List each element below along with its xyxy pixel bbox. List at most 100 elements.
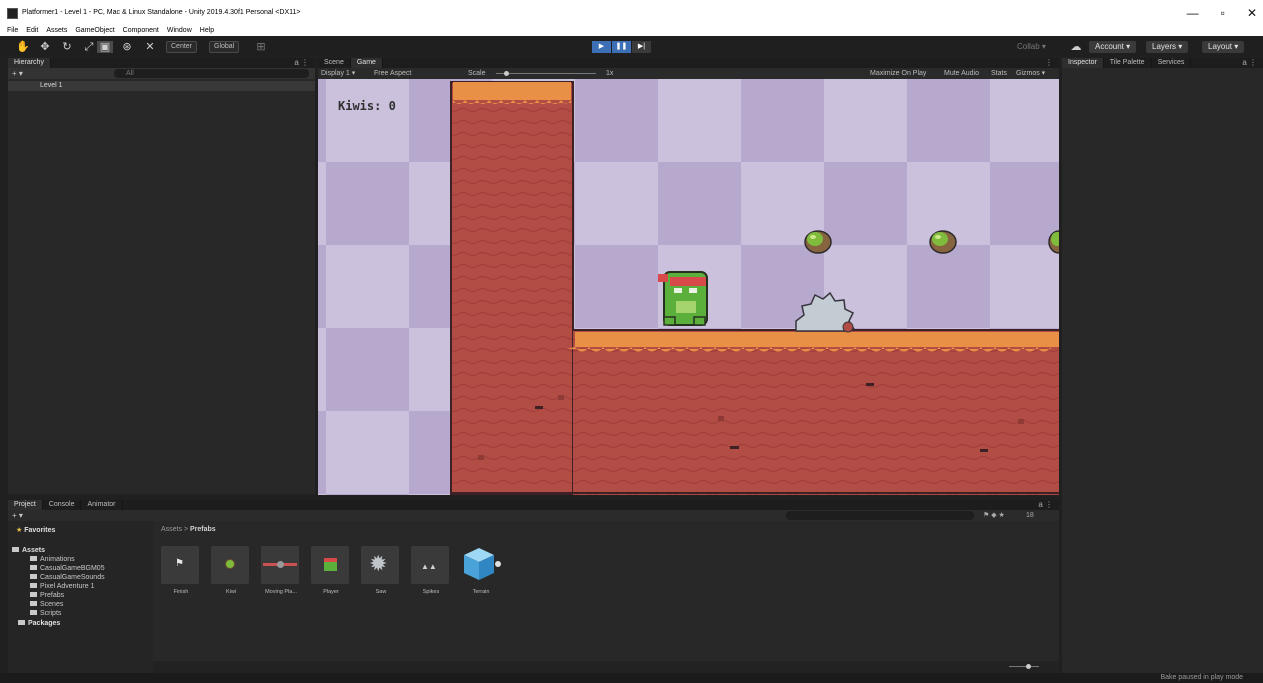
project-panel: Project Console Animator a ⋮ + ▾ ⚑ ◆ ★ 1… xyxy=(8,500,1059,673)
icon-size-slider[interactable] xyxy=(1009,666,1039,667)
folder-icon xyxy=(30,574,37,579)
tab-inspector[interactable]: Inspector xyxy=(1062,58,1104,68)
breadcrumb-prefabs[interactable]: Prefabs xyxy=(190,526,216,533)
hierarchy-search-input[interactable]: All xyxy=(114,69,309,78)
mute-audio-toggle[interactable]: Mute Audio xyxy=(944,68,979,79)
rotate-tool-icon[interactable]: ↻ xyxy=(59,41,75,53)
tree-folder-prefabs[interactable]: Prefabs xyxy=(30,592,64,600)
menu-edit[interactable]: Edit xyxy=(26,26,38,36)
pivot-center-toggle[interactable]: Center xyxy=(166,41,198,53)
hand-tool-icon[interactable]: ✋ xyxy=(15,41,31,53)
move-tool-icon[interactable]: ✥ xyxy=(37,41,53,53)
tab-game[interactable]: Game xyxy=(350,58,383,68)
panel-menu-icon[interactable]: a ⋮ xyxy=(294,58,309,68)
rect-tool-icon[interactable]: ▣ xyxy=(97,41,113,53)
asset-player[interactable]: Player xyxy=(311,546,351,595)
asset-terrain[interactable]: Terrain xyxy=(461,546,501,595)
asset-finish[interactable]: ⚑ Finish xyxy=(161,546,201,595)
tree-packages[interactable]: Packages xyxy=(18,620,60,628)
tree-favorites[interactable]: ★ Favorites xyxy=(16,527,55,535)
pivot-global-toggle[interactable]: Global xyxy=(209,41,240,53)
filter-icons[interactable]: ⚑ ◆ ★ xyxy=(983,510,1005,521)
tree-folder-animations[interactable]: Animations xyxy=(30,556,75,564)
grid-snap-icon[interactable]: ⊞ xyxy=(253,41,269,53)
transform-tool-icon[interactable]: ⊛ xyxy=(119,41,135,53)
scale-slider-handle[interactable] xyxy=(504,71,509,76)
status-bar: Bake paused in play mode xyxy=(0,673,1263,683)
folder-icon xyxy=(30,592,37,597)
menu-assets[interactable]: Assets xyxy=(46,26,67,36)
tab-scene[interactable]: Scene xyxy=(318,58,351,68)
menu-gameobject[interactable]: GameObject xyxy=(75,26,114,36)
breadcrumb-assets[interactable]: Assets xyxy=(161,526,182,533)
kiwi-icon xyxy=(225,559,235,569)
menu-bar: File Edit Assets GameObject Component Wi… xyxy=(0,26,1263,36)
collab-button[interactable]: Collab ▾ xyxy=(1011,41,1052,53)
play-button[interactable]: ▶ xyxy=(592,41,611,53)
pause-button[interactable]: ❚❚ xyxy=(612,41,631,53)
scale-slider[interactable] xyxy=(496,73,596,74)
scale-tool-icon[interactable]: ⤢ xyxy=(81,41,97,53)
project-add-button[interactable]: + ▾ xyxy=(12,510,23,521)
grass-top-column xyxy=(453,82,571,100)
account-dropdown[interactable]: Account ▾ xyxy=(1089,41,1137,53)
flag-icon: ⚑ xyxy=(175,558,184,569)
menu-help[interactable]: Help xyxy=(200,26,214,36)
folder-icon xyxy=(30,583,37,588)
inspector-panel: Inspector Tile Palette Services a ⋮ xyxy=(1062,58,1263,673)
icon-size-handle[interactable] xyxy=(1026,664,1031,669)
asset-kiwi[interactable]: Kiwi xyxy=(211,546,251,595)
restore-button[interactable]: ▫ xyxy=(1221,6,1225,20)
project-sidebar: ★ Favorites Assets Animations CasualGame… xyxy=(8,521,153,673)
maximize-on-play-toggle[interactable]: Maximize On Play xyxy=(870,68,926,79)
gizmos-dropdown[interactable]: Gizmos ▾ xyxy=(1016,68,1045,79)
tab-hierarchy[interactable]: Hierarchy xyxy=(8,58,51,68)
tab-console[interactable]: Console xyxy=(43,500,82,510)
layers-dropdown[interactable]: Layers ▾ xyxy=(1146,41,1189,53)
folder-icon xyxy=(30,610,37,615)
project-search-input[interactable] xyxy=(786,511,974,520)
step-button[interactable]: ▶| xyxy=(632,41,651,53)
panel-menu-icon[interactable]: a ⋮ xyxy=(1038,500,1053,510)
custom-tool-icon[interactable]: ✕ xyxy=(142,41,158,53)
tab-animator[interactable]: Animator xyxy=(81,500,123,510)
tab-tile-palette[interactable]: Tile Palette xyxy=(1104,58,1152,68)
menu-component[interactable]: Component xyxy=(123,26,159,36)
tree-folder-scripts[interactable]: Scripts xyxy=(30,610,61,618)
menu-window[interactable]: Window xyxy=(167,26,192,36)
cloud-icon[interactable]: ☁ xyxy=(1068,41,1084,53)
player-frog-sprite xyxy=(658,271,708,326)
tab-project[interactable]: Project xyxy=(8,500,43,510)
stats-toggle[interactable]: Stats xyxy=(991,68,1007,79)
asset-spikes[interactable]: ▲▲ Spikes xyxy=(411,546,451,595)
tree-folder-bgm[interactable]: CasualGameBGM05 xyxy=(30,565,105,573)
prefab-cube-icon xyxy=(464,548,501,580)
asset-saw[interactable]: ✹ Saw xyxy=(361,546,401,595)
kiwi-sprite xyxy=(929,230,957,254)
kiwi-sprite xyxy=(804,230,832,254)
terrain-column xyxy=(451,82,573,495)
layout-dropdown[interactable]: Layout ▾ xyxy=(1202,41,1245,53)
menu-file[interactable]: File xyxy=(7,26,18,36)
close-button[interactable]: ✕ xyxy=(1247,6,1257,20)
main-toolbar: ✋ ✥ ↻ ⤢ ▣ ⊛ ✕ Center Global ⊞ ▶ ❚❚ ▶| Co… xyxy=(0,38,1263,56)
kiwi-counter: Kiwis: 0 xyxy=(338,99,396,113)
assets-footer xyxy=(153,661,1059,673)
panel-menu-icon[interactable]: a ⋮ xyxy=(1242,58,1257,68)
tree-folder-sounds[interactable]: CasualGameSounds xyxy=(30,574,105,582)
hierarchy-scene-row[interactable]: Level 1 xyxy=(8,81,315,91)
game-canvas[interactable]: Kiwis: 0 xyxy=(318,79,1059,495)
hidden-count-badge[interactable]: 18 xyxy=(1026,510,1034,521)
asset-moving-platform[interactable]: Moving Pla... xyxy=(261,546,301,595)
frog-icon xyxy=(324,558,337,571)
aspect-dropdown[interactable]: Free Aspect xyxy=(374,68,411,79)
display-dropdown[interactable]: Display 1 ▾ xyxy=(321,68,355,79)
hierarchy-add-button[interactable]: + ▾ xyxy=(12,68,23,79)
tree-folder-scenes[interactable]: Scenes xyxy=(30,601,63,609)
tree-assets[interactable]: Assets xyxy=(12,547,45,555)
tab-services[interactable]: Services xyxy=(1152,58,1192,68)
minimize-button[interactable]: — xyxy=(1187,6,1199,20)
panel-menu-icon[interactable]: ⋮ xyxy=(1045,58,1053,68)
game-scene xyxy=(318,79,1059,495)
tree-folder-pixel-adventure[interactable]: Pixel Adventure 1 xyxy=(30,583,94,591)
